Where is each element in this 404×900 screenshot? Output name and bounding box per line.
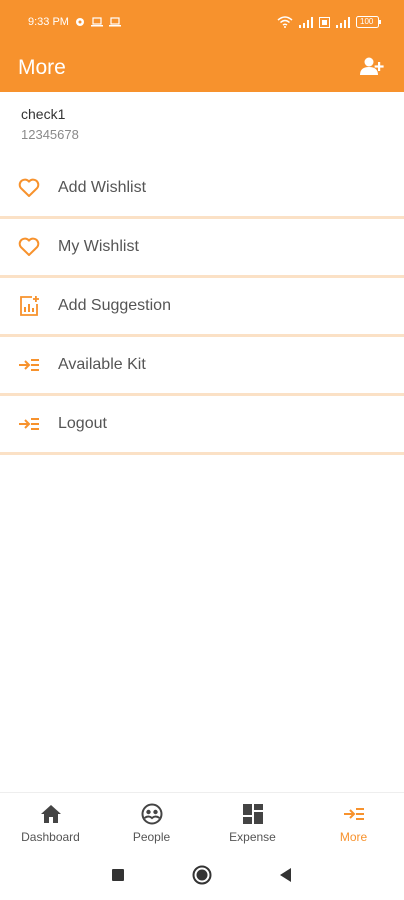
nav-expense[interactable]: Expense (202, 793, 303, 854)
nav-people[interactable]: People (101, 793, 202, 854)
arrow-list-icon (18, 413, 40, 435)
app-bar: More (0, 44, 404, 92)
recents-button[interactable] (76, 868, 160, 886)
square-icon (112, 868, 124, 886)
menu-item-available-kit[interactable]: Available Kit (0, 337, 404, 396)
nav-label: People (132, 830, 171, 844)
settings-status-icon (75, 17, 85, 27)
heart-icon (18, 177, 40, 199)
nav-more[interactable]: More (303, 793, 404, 854)
arrow-list-icon (18, 354, 40, 376)
menu-item-add-wishlist[interactable]: Add Wishlist (0, 160, 404, 219)
menu-item-add-suggestion[interactable]: Add Suggestion (0, 278, 404, 337)
nav-label: Expense (229, 830, 276, 844)
arrow-list-icon (343, 803, 365, 825)
signal-icon-2 (336, 16, 350, 28)
add-user-button[interactable] (358, 54, 386, 82)
more-menu: Add Wishlist My Wishlist Add Suggestion … (0, 160, 404, 455)
heart-icon (18, 236, 40, 258)
menu-item-logout[interactable]: Logout (0, 396, 404, 455)
signal-icon (299, 16, 313, 28)
people-icon (141, 803, 163, 825)
menu-item-my-wishlist[interactable]: My Wishlist (0, 219, 404, 278)
battery-icon: 100 (356, 16, 382, 28)
nav-label: Dashboard (21, 830, 80, 844)
laptop-status-icon (90, 17, 103, 27)
status-time: 9:33 PM (28, 16, 69, 28)
home-icon (40, 803, 62, 825)
menu-item-label: Add Suggestion (58, 297, 171, 314)
menu-item-label: Logout (58, 415, 107, 432)
profile-section: check1 12345678 (0, 92, 404, 160)
grid-icon (242, 803, 263, 825)
profile-phone: 12345678 (21, 127, 79, 142)
menu-item-label: My Wishlist (58, 238, 139, 255)
menu-item-label: Add Wishlist (58, 179, 147, 196)
system-nav-bar (0, 854, 404, 900)
back-system-button[interactable] (244, 867, 328, 887)
profile-name: check1 (21, 106, 66, 122)
menu-item-label: Available Kit (58, 356, 146, 373)
page-title: More (18, 56, 66, 79)
back-triangle-icon (280, 867, 292, 887)
circle-icon (192, 865, 212, 890)
home-system-button[interactable] (160, 865, 244, 890)
status-bar: 9:33 PM 100 (0, 0, 404, 44)
battery-level: 100 (360, 17, 374, 26)
status-right: 100 (277, 16, 382, 28)
suggestion-icon (18, 295, 40, 317)
bottom-nav: Dashboard People Expense More (0, 792, 404, 854)
nav-dashboard[interactable]: Dashboard (0, 793, 101, 854)
status-left: 9:33 PM (28, 16, 121, 28)
laptop-status-icon-2 (108, 17, 121, 27)
sim-icon (319, 16, 330, 28)
add-user-icon (360, 56, 384, 81)
nav-label: More (339, 830, 368, 844)
wifi-icon (277, 16, 293, 28)
